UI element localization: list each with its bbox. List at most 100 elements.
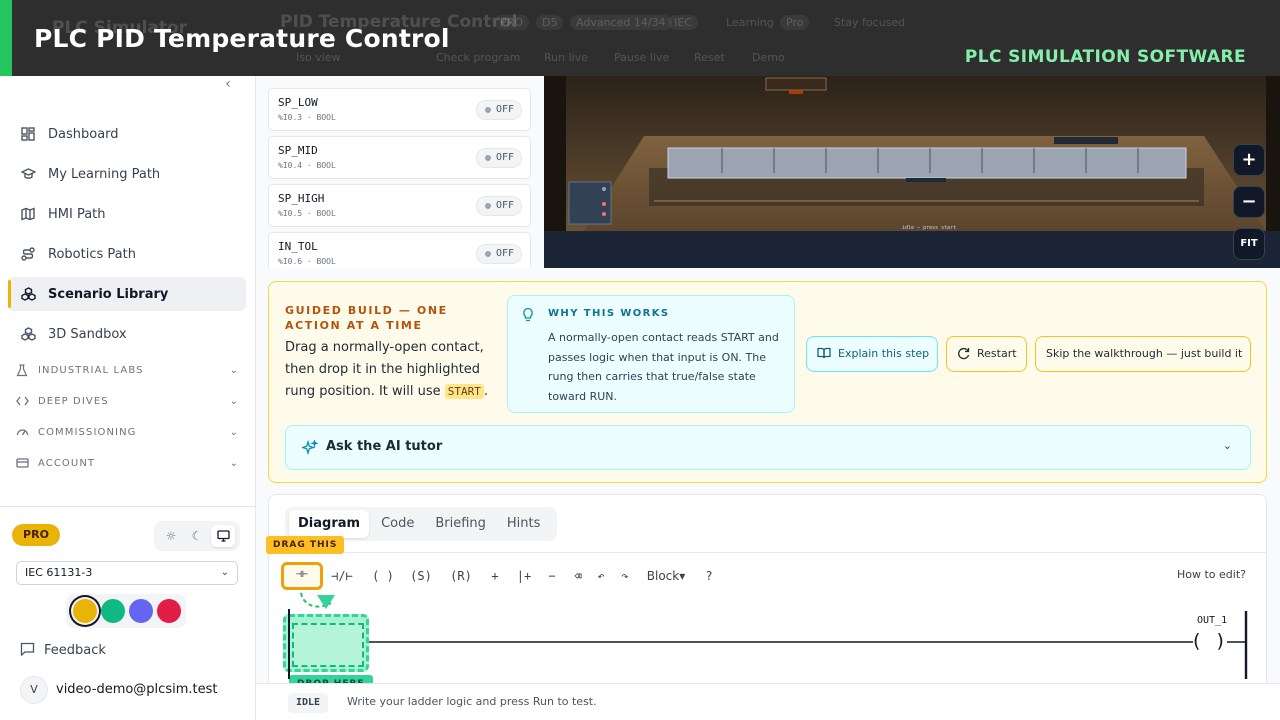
io-name: SP_LOW bbox=[278, 96, 318, 109]
accent-swatch-yellow[interactable] bbox=[73, 599, 97, 623]
io-toggle[interactable]: OFF bbox=[476, 196, 522, 216]
group-label: ACCOUNT bbox=[38, 457, 96, 469]
user-email[interactable]: video-demo@plcsim.test bbox=[56, 682, 217, 697]
sidebar-item-label: Robotics Path bbox=[48, 246, 136, 262]
chevron-down-icon: ⌄ bbox=[1222, 439, 1232, 452]
add-rung-tool[interactable]: + bbox=[485, 564, 505, 588]
io-toggle[interactable]: OFF bbox=[476, 100, 522, 120]
view-select[interactable]: Iso view bbox=[296, 51, 341, 64]
io-item-sp-high: SP_HIGH %I0.5 · BOOL OFF bbox=[268, 184, 531, 227]
editor-divider bbox=[269, 552, 1266, 553]
group-industrial-labs[interactable]: INDUSTRIAL LABS ⌄ bbox=[16, 360, 242, 380]
scenario-title: PID Temperature Control bbox=[280, 12, 518, 32]
sidebar-item-dashboard[interactable]: Dashboard bbox=[8, 117, 246, 151]
accent-swatch-red[interactable] bbox=[157, 599, 181, 623]
reset-coil-tool[interactable]: (R) bbox=[447, 564, 475, 588]
how-to-edit-link[interactable]: How to edit? bbox=[1177, 568, 1246, 581]
io-address: %I0.6 · BOOL bbox=[278, 257, 336, 266]
accent-swatch-green[interactable] bbox=[101, 599, 125, 623]
why-this-works-card: WHY THIS WORKS A normally-open contact r… bbox=[507, 295, 795, 413]
group-deep-dives[interactable]: DEEP DIVES ⌄ bbox=[16, 391, 242, 411]
focus-toggle[interactable]: Stay focused bbox=[834, 16, 905, 29]
reset-button[interactable]: Reset bbox=[694, 51, 725, 64]
coil-tool[interactable]: ( ) bbox=[369, 564, 397, 588]
add-branch-tool[interactable]: |+ bbox=[513, 564, 535, 588]
status-badge: IDLE bbox=[288, 693, 329, 713]
nc-contact-tool[interactable]: ⊣/⊢ bbox=[327, 564, 357, 588]
group-account[interactable]: ACCOUNT ⌄ bbox=[16, 453, 242, 473]
standard-select[interactable]: IEC 61131-3 ⌄ bbox=[16, 561, 238, 585]
mode-badge[interactable]: Pro bbox=[780, 15, 810, 30]
tab-briefing[interactable]: Briefing bbox=[426, 510, 495, 538]
mode-label[interactable]: Learning bbox=[726, 16, 774, 29]
monitor-icon[interactable] bbox=[211, 525, 235, 547]
io-item-sp-low: SP_LOW %I0.3 · BOOL OFF bbox=[268, 88, 531, 131]
code-icon bbox=[16, 394, 30, 408]
theme-toggle: ☼ ☾ bbox=[154, 521, 240, 551]
wallet-icon bbox=[16, 456, 30, 470]
sidebar-divider bbox=[0, 506, 256, 507]
sidebar-item-label: Scenario Library bbox=[48, 286, 169, 302]
io-address: %I0.5 · BOOL bbox=[278, 209, 336, 218]
redo-icon[interactable]: ↷ bbox=[617, 564, 633, 588]
skip-walkthrough-button[interactable]: Skip the walkthrough — just build it bbox=[1035, 336, 1251, 372]
message-square-icon bbox=[20, 642, 36, 658]
fit-view-button[interactable]: FIT bbox=[1233, 228, 1265, 260]
accent-swatch-indigo[interactable] bbox=[129, 599, 153, 623]
check-program-button[interactable]: Check program bbox=[436, 51, 520, 64]
set-coil-tool[interactable]: (S) bbox=[407, 564, 435, 588]
sidebar-item-label: Dashboard bbox=[48, 126, 119, 142]
feedback-link[interactable]: Feedback bbox=[20, 642, 106, 658]
restart-button[interactable]: Restart bbox=[946, 336, 1027, 372]
3d-viewer[interactable]: idle — press start + − FIT bbox=[544, 76, 1280, 268]
io-toggle[interactable]: OFF bbox=[476, 244, 522, 264]
accent-color-picker bbox=[66, 594, 186, 628]
why-text: A normally-open contact reads START and … bbox=[548, 331, 779, 403]
ai-tutor-accordion[interactable]: Ask the AI tutor ⌄ bbox=[285, 425, 1251, 470]
dashboard-icon bbox=[20, 126, 36, 142]
group-label: DEEP DIVES bbox=[38, 395, 109, 407]
chevron-down-icon: ⌄ bbox=[229, 364, 238, 376]
sidebar-item-robotics-path[interactable]: Robotics Path bbox=[8, 237, 246, 271]
sidebar-item-label: HMI Path bbox=[48, 206, 106, 222]
zoom-out-button[interactable]: − bbox=[1233, 186, 1265, 218]
tab-hints[interactable]: Hints bbox=[498, 510, 550, 538]
viewer-caption: idle — press start bbox=[902, 225, 957, 231]
guided-eyebrow: GUIDED BUILD — ONE ACTION AT A TIME bbox=[285, 304, 448, 332]
erase-icon[interactable]: ⌫ bbox=[569, 564, 587, 588]
feedback-label: Feedback bbox=[44, 642, 106, 658]
collapse-sidebar-icon[interactable]: ‹ bbox=[220, 76, 236, 92]
run-live-button[interactable]: Run live bbox=[544, 51, 588, 64]
sidebar-item-3d-sandbox[interactable]: 3D Sandbox bbox=[8, 317, 246, 351]
explain-step-button[interactable]: Explain this step bbox=[806, 336, 938, 372]
delete-rung-tool[interactable]: − bbox=[543, 564, 561, 588]
group-commissioning[interactable]: COMMISSIONING ⌄ bbox=[16, 422, 242, 442]
io-address: %I0.4 · BOOL bbox=[278, 161, 336, 170]
badge-progress: Advanced 14/34 bbox=[570, 15, 672, 30]
output-coil[interactable]: ( ) bbox=[1193, 629, 1229, 653]
why-heading: WHY THIS WORKS bbox=[548, 308, 670, 319]
io-address: %I0.3 · BOOL bbox=[278, 113, 336, 122]
sun-icon[interactable]: ☼ bbox=[159, 525, 183, 547]
badge-level: D5 bbox=[536, 15, 564, 30]
avatar[interactable]: V bbox=[20, 676, 48, 704]
app-name: PLC Simulator bbox=[52, 18, 188, 38]
tab-code[interactable]: Code bbox=[372, 510, 423, 538]
zoom-in-button[interactable]: + bbox=[1233, 144, 1265, 176]
io-toggle[interactable]: OFF bbox=[476, 148, 522, 168]
book-open-icon bbox=[817, 347, 831, 361]
sidebar-item-scenario-library[interactable]: Scenario Library bbox=[8, 277, 246, 311]
sidebar-item-learning-path[interactable]: My Learning Path bbox=[8, 157, 246, 191]
demo-button[interactable]: Demo bbox=[752, 51, 785, 64]
tab-diagram[interactable]: Diagram bbox=[289, 510, 370, 538]
block-menu[interactable]: Block▾ bbox=[641, 564, 691, 588]
undo-icon[interactable]: ↶ bbox=[593, 564, 609, 588]
pause-live-button[interactable]: Pause live bbox=[614, 51, 669, 64]
guided-build-panel: GUIDED BUILD — ONE ACTION AT A TIME Drag… bbox=[268, 281, 1267, 483]
moon-icon[interactable]: ☾ bbox=[185, 525, 209, 547]
sidebar-item-hmi-path[interactable]: HMI Path bbox=[8, 197, 246, 231]
help-icon[interactable]: ? bbox=[701, 564, 717, 588]
group-label: COMMISSIONING bbox=[38, 426, 137, 438]
no-contact-tool[interactable]: ⊣⊢ bbox=[281, 562, 323, 590]
io-item-sp-mid: SP_MID %I0.4 · BOOL OFF bbox=[268, 136, 531, 179]
